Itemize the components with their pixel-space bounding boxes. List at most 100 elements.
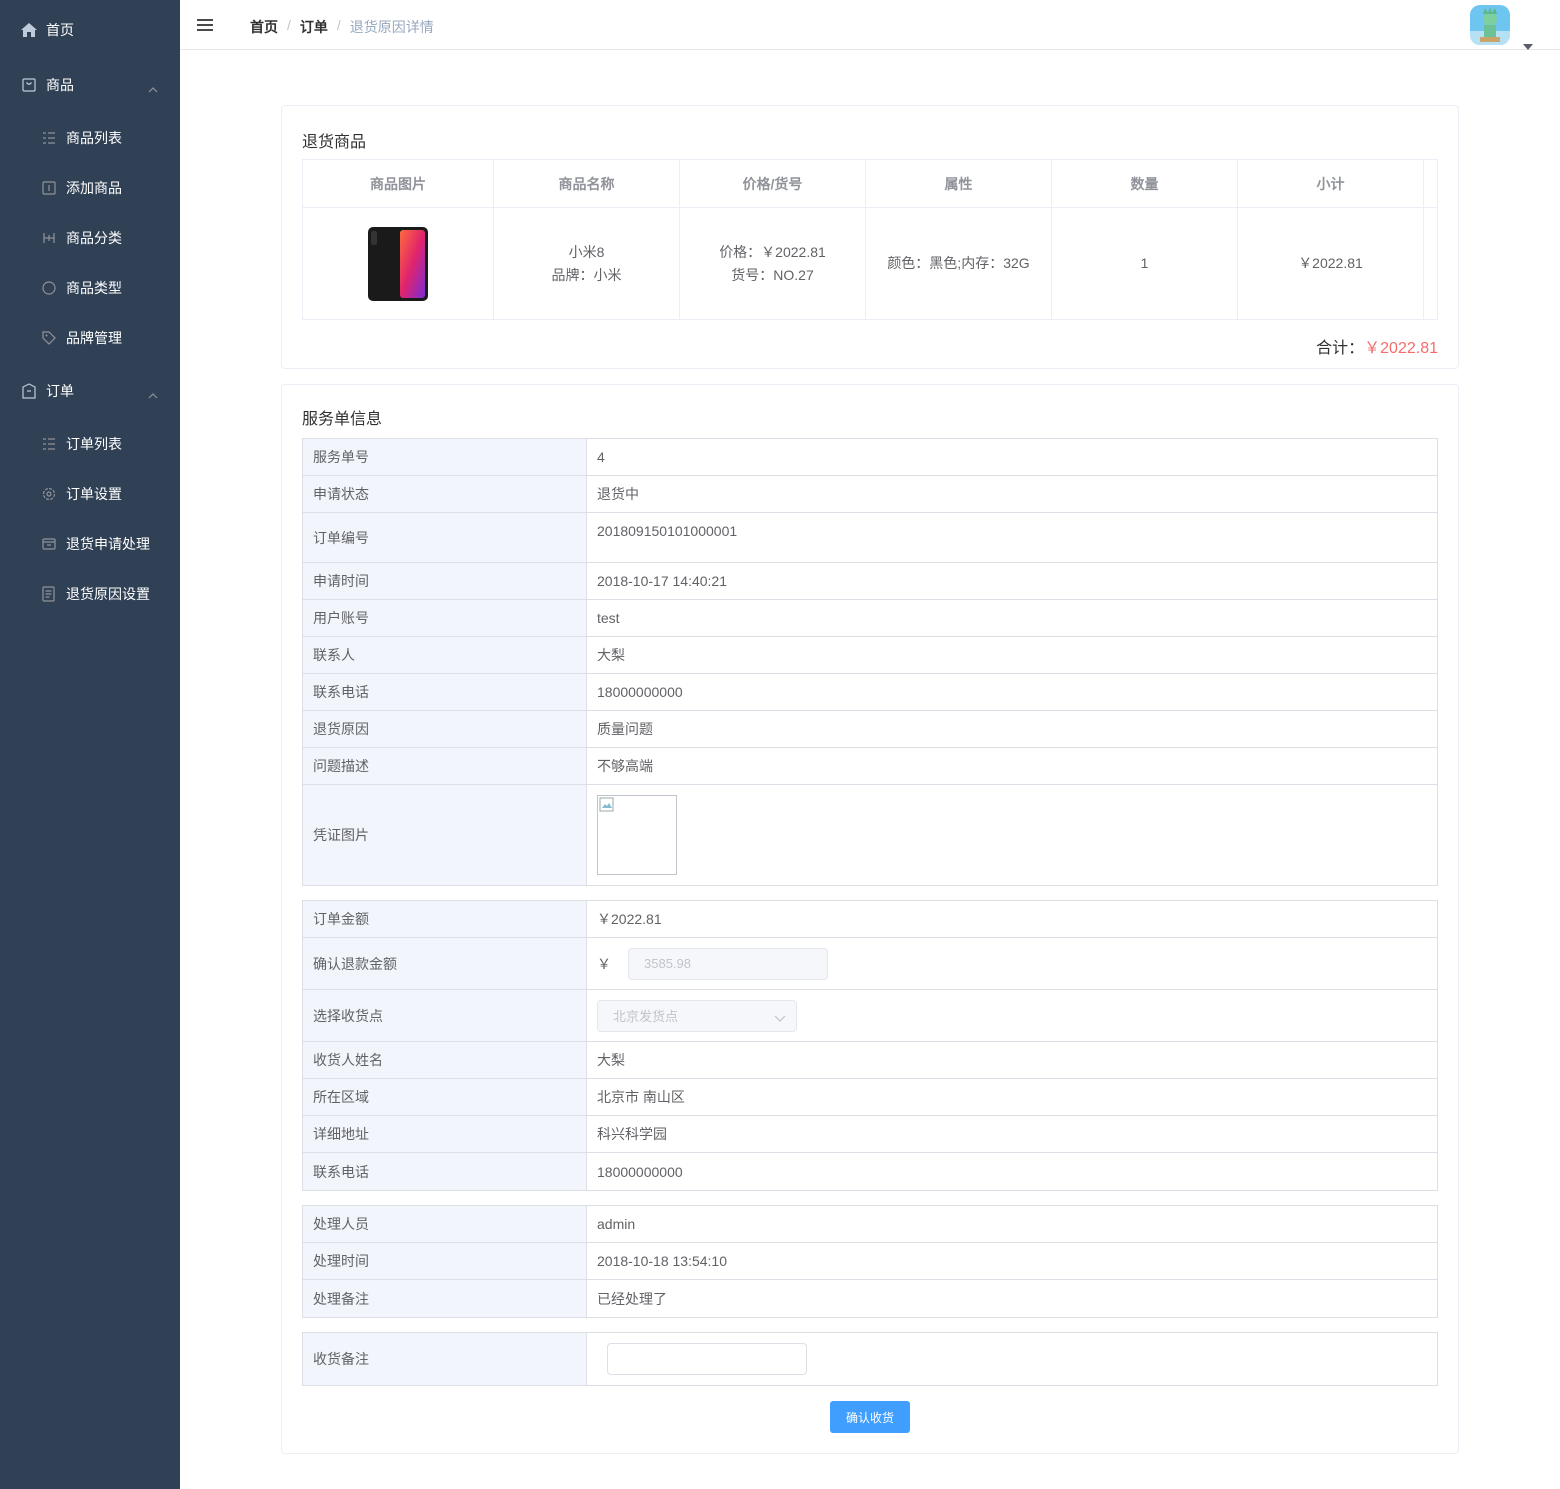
info-row: 联系电话 18000000000 [303,674,1437,711]
total-value: ￥2022.81 [1364,340,1438,357]
column-header: 小计 [1238,160,1424,207]
menu-item-return-reason[interactable]: 退货原因设置 [0,569,180,619]
caret-down-icon[interactable] [1523,37,1533,53]
column-header: 商品名称 [494,160,680,207]
menu-item-goods-type[interactable]: 商品类型 [0,263,180,313]
menu-item-home[interactable]: 首页 [0,5,180,55]
breadcrumb-home[interactable]: 首页 [250,17,278,37]
info-row: 问题描述 不够高端 [303,748,1437,785]
menu-item-goods[interactable]: 商品 [0,60,180,110]
menu-label-add-goods: 添加商品 [66,180,122,196]
menu-item-add-goods[interactable]: 添加商品 [0,163,180,213]
breadcrumb-current: 退货原因详情 [349,19,434,35]
broken-image-icon [599,797,614,812]
add-product-icon [40,180,58,196]
info-value: ￥2022.81 [597,911,662,927]
hamburger-icon[interactable] [196,16,214,34]
confirm-receive-button[interactable]: 确认收货 [830,1401,910,1433]
info-label: 用户账号 [303,600,587,636]
info-label: 处理时间 [303,1243,587,1279]
returned-goods-card: 退货商品 商品图片 商品名称 价格/货号 属性 数量 小计 小米8 品牌：小米 … [281,105,1459,369]
breadcrumb-separator: / [287,17,291,33]
info-row: 用户账号 test [303,600,1437,637]
info-label: 所在区域 [303,1079,587,1115]
handle-info-table: 处理人员 admin 处理时间 2018-10-18 13:54:10 处理备注… [302,1205,1438,1318]
avatar[interactable] [1470,5,1510,45]
menu-label-order-settings: 订单设置 [66,486,122,502]
info-label: 服务单号 [303,439,587,475]
category-icon [40,230,58,246]
circle-icon [40,280,58,296]
info-label: 联系电话 [303,674,587,710]
product-brand: 品牌：小米 [551,266,622,283]
info-label: 收货备注 [303,1333,587,1385]
product-price: 价格：￥2022.81 [719,243,826,260]
breadcrumb-separator: / [336,17,341,33]
shopping-bag-icon [20,77,38,93]
info-value: 大梨 [597,647,625,663]
menu-item-order[interactable]: 订单 [0,366,180,416]
chevron-down-icon [774,1011,786,1026]
menu-item-return-apply[interactable]: 退货申请处理 [0,519,180,569]
info-value: admin [597,1216,636,1232]
chevron-up-icon [148,80,158,96]
top-navbar: 首页 / 订单 / 退货原因详情 [180,0,1560,50]
goods-table: 商品图片 商品名称 价格/货号 属性 数量 小计 小米8 品牌：小米 价格：￥2… [302,159,1438,320]
menu-item-order-settings[interactable]: 订单设置 [0,469,180,519]
info-value: 北京市 南山区 [597,1089,685,1105]
currency-symbol: ￥ [597,955,611,972]
menu-item-brand[interactable]: 品牌管理 [0,313,180,363]
info-row: 收货备注 [303,1333,1437,1385]
proof-image-cell [587,785,1437,885]
refund-amount-cell: ￥ 3585.98 [587,938,1437,989]
refund-amount-input[interactable]: 3585.98 [628,947,828,980]
proof-image[interactable] [597,795,677,875]
menu-label-goods-category: 商品分类 [66,230,122,246]
info-row: 联系人 大梨 [303,637,1437,674]
receive-note-cell [587,1333,1437,1385]
address-select-cell: 北京发货点 [587,990,1437,1041]
column-header: 商品图片 [303,160,494,207]
service-info-card: 服务单信息 服务单号 4 申请状态 退货中 订单编号 2018091501010… [281,384,1459,1454]
info-value: 质量问题 [597,721,653,737]
info-value: test [597,610,620,626]
info-label: 申请时间 [303,563,587,599]
info-value: 已经处理了 [597,1290,667,1307]
info-row: 所在区域 北京市 南山区 [303,1079,1437,1116]
product-name: 小米8 [568,243,605,260]
receive-note-input[interactable] [607,1343,807,1375]
menu-label-goods-type: 商品类型 [66,280,122,296]
menu-label-home: 首页 [46,22,74,38]
info-label: 确认退款金额 [303,938,587,989]
info-row: 处理时间 2018-10-18 13:54:10 [303,1243,1437,1280]
info-row: 凭证图片 [303,785,1437,885]
list-icon [40,130,58,146]
product-name-cell: 小米8 品牌：小米 [494,208,680,319]
menu-label-return-apply: 退货申请处理 [66,536,150,552]
receive-address-select[interactable]: 北京发货点 [597,999,797,1032]
info-row: 确认退款金额 ￥ 3585.98 [303,938,1437,990]
total-amount: 合计：￥2022.81 [1316,334,1438,358]
info-value: 18000000000 [597,684,683,700]
list-icon [40,436,58,452]
service-info-title: 服务单信息 [302,411,383,428]
info-row: 申请状态 退货中 [303,476,1437,513]
menu-label-goods-list: 商品列表 [66,130,122,146]
chevron-up-icon [148,386,158,402]
price-sn-cell: 价格：￥2022.81 货号：NO.27 [680,208,866,319]
menu-item-order-list[interactable]: 订单列表 [0,419,180,469]
breadcrumb-order[interactable]: 订单 [300,17,328,37]
returned-goods-title: 退货商品 [302,134,367,151]
column-header: 数量 [1052,160,1238,207]
menu-label-brand: 品牌管理 [66,330,122,346]
menu-item-goods-list[interactable]: 商品列表 [0,113,180,163]
table-row: 小米8 品牌：小米 价格：￥2022.81 货号：NO.27 颜色：黑色;内存：… [303,208,1437,319]
info-label: 申请状态 [303,476,587,512]
menu-label-order: 订单 [46,383,74,399]
menu-item-goods-category[interactable]: 商品分类 [0,213,180,263]
info-value: 退货中 [597,486,639,502]
home-icon [20,22,38,38]
phone-product-image [368,226,428,301]
sidebar: 首页 商品 商品列表 添加商品 商品分类 商品类型 品牌管理 订单 订单列表 订… [0,0,180,1489]
return-box-icon [40,536,58,552]
